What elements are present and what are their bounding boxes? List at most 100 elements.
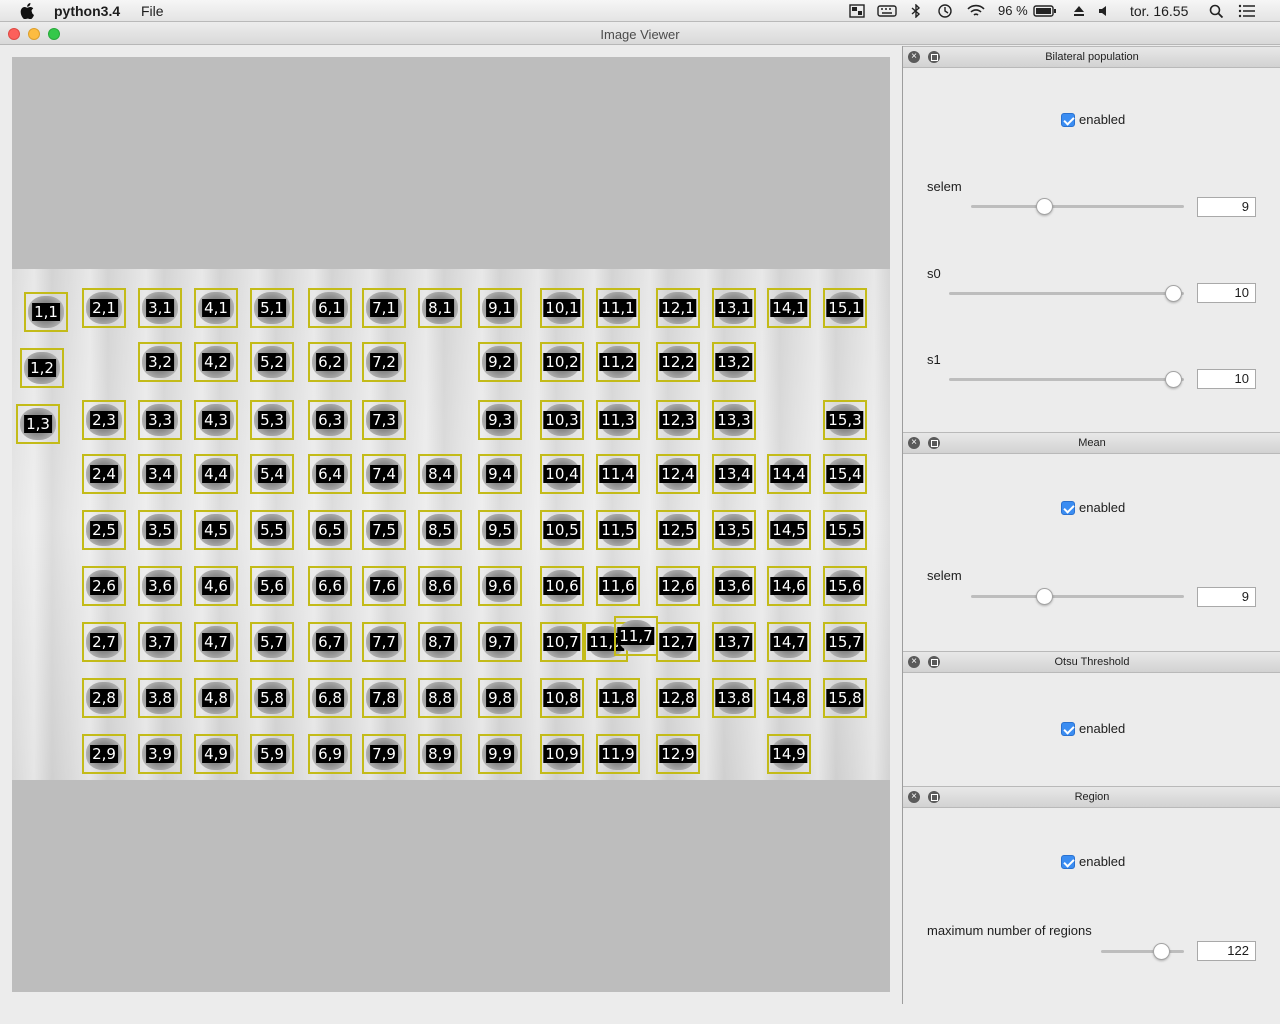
image-canvas[interactable]: 1,1 2,1 3,1 4,1 5,1 6,1 7,1 8,1 9,1 10,1 11,1 12,1 1…: [12, 57, 890, 992]
bilateral-dock-title: × Bilateral population: [903, 46, 1280, 68]
colony-label: 12,7: [659, 633, 697, 651]
region-dock-title: × Region: [903, 786, 1280, 808]
max-regions-slider-handle[interactable]: [1153, 943, 1170, 960]
colony-region: 15,4: [823, 454, 867, 494]
s0-slider-handle[interactable]: [1165, 285, 1182, 302]
colony-label: 11,2: [599, 353, 637, 371]
colony-label: 12,8: [659, 689, 697, 707]
colony-label: 14,4: [770, 465, 808, 483]
bilateral-selem-slider-handle[interactable]: [1036, 198, 1053, 215]
colony-region: 3,6: [138, 566, 182, 606]
colony-region: 6,1: [308, 288, 352, 328]
s0-field[interactable]: 10: [1197, 283, 1256, 303]
colony-region: 8,6: [418, 566, 462, 606]
s1-label: s1: [927, 352, 941, 367]
wifi-icon[interactable]: [967, 4, 985, 18]
colony-region: 3,3: [138, 400, 182, 440]
max-regions-slider[interactable]: [1101, 950, 1184, 953]
notification-center-icon[interactable]: [1238, 4, 1256, 18]
time-machine-icon[interactable]: [937, 4, 953, 18]
bluetooth-icon[interactable]: [910, 4, 922, 18]
file-menu[interactable]: File: [141, 3, 164, 19]
keyboard-icon[interactable]: [877, 4, 897, 18]
window-title-bar: Image Viewer: [0, 23, 1280, 45]
app-menu[interactable]: python3.4: [54, 3, 120, 19]
colony-region: 13,5: [712, 510, 756, 550]
colony-label: 11,1: [599, 299, 637, 317]
bilateral-title: Bilateral population: [1045, 51, 1139, 63]
colony-label: 3,9: [146, 745, 174, 763]
clock[interactable]: tor. 16.55: [1130, 3, 1188, 19]
colony-label: 12,4: [659, 465, 697, 483]
mean-selem-field[interactable]: 9: [1197, 587, 1256, 607]
colony-label: 8,1: [426, 299, 454, 317]
colony-region: 12,4: [656, 454, 700, 494]
bilateral-selem-label: selem: [927, 179, 962, 194]
colony-region: 3,9: [138, 734, 182, 774]
bilateral-selem-slider[interactable]: [971, 205, 1184, 208]
colony-region: 4,9: [194, 734, 238, 774]
colony-region: 10,4: [540, 454, 584, 494]
colony-region: 7,2: [362, 342, 406, 382]
colony-region: 6,7: [308, 622, 352, 662]
mean-selem-slider[interactable]: [971, 595, 1184, 598]
max-regions-field[interactable]: 122: [1197, 941, 1256, 961]
colony-region: 14,9: [767, 734, 811, 774]
colony-label: 13,6: [715, 577, 753, 595]
colony-region: 3,7: [138, 622, 182, 662]
colony-label: 9,7: [486, 633, 514, 651]
otsu-enabled-checkbox[interactable]: [1061, 722, 1075, 736]
colony-label: 9,1: [486, 299, 514, 317]
colony-label: 11,6: [599, 577, 637, 595]
mean-selem-slider-handle[interactable]: [1036, 588, 1053, 605]
colony-region: 14,6: [767, 566, 811, 606]
colony-region: 7,4: [362, 454, 406, 494]
colony-label: 3,3: [146, 411, 174, 429]
colony-region: 13,4: [712, 454, 756, 494]
bilateral-selem-field[interactable]: 9: [1197, 197, 1256, 217]
colony-label: 12,2: [659, 353, 697, 371]
colony-region: 5,2: [250, 342, 294, 382]
mean-enabled-checkbox[interactable]: [1061, 501, 1075, 515]
spotlight-search-icon[interactable]: [1209, 4, 1225, 18]
s1-field[interactable]: 10: [1197, 369, 1256, 389]
region-enabled-checkbox[interactable]: [1061, 855, 1075, 869]
otsu-title: Otsu Threshold: [1054, 656, 1130, 668]
apple-icon[interactable]: [20, 3, 34, 19]
colony-region: 2,4: [82, 454, 126, 494]
colony-region: 14,7: [767, 622, 811, 662]
colony-region: 15,1: [823, 288, 867, 328]
colony-region: 9,7: [478, 622, 522, 662]
colony-region: 8,8: [418, 678, 462, 718]
colony-label: 4,9: [202, 745, 230, 763]
window-manager-icon[interactable]: [849, 4, 865, 18]
colony-label: 12,9: [659, 745, 697, 763]
battery-icon[interactable]: [1033, 4, 1057, 18]
colony-label: 14,9: [770, 745, 808, 763]
colony-region: 2,5: [82, 510, 126, 550]
colony-label: 7,1: [370, 299, 398, 317]
volume-icon[interactable]: [1097, 4, 1113, 18]
colony-label: 9,3: [486, 411, 514, 429]
colony-region: 8,5: [418, 510, 462, 550]
s1-slider-handle[interactable]: [1165, 371, 1182, 388]
colony-label: 3,2: [146, 353, 174, 371]
colony-label: 3,8: [146, 689, 174, 707]
menu-bar: python3.4 File 96 % tor. 16.55: [0, 0, 1280, 22]
colony-region: 3,1: [138, 288, 182, 328]
colony-region: 6,9: [308, 734, 352, 774]
colony-region: 14,4: [767, 454, 811, 494]
colony-region: 11,9: [596, 734, 640, 774]
battery-percent: 96 %: [998, 3, 1028, 18]
colony-label: 3,1: [146, 299, 174, 317]
bilateral-enabled-checkbox[interactable]: [1061, 113, 1075, 127]
colony-label: 5,6: [258, 577, 286, 595]
eject-icon[interactable]: [1071, 4, 1087, 18]
colony-label: 5,2: [258, 353, 286, 371]
colony-label: 6,3: [316, 411, 344, 429]
region-title: Region: [1074, 791, 1110, 803]
colony-region: 13,6: [712, 566, 756, 606]
mean-selem-label: selem: [927, 568, 962, 583]
s0-slider[interactable]: [949, 292, 1184, 295]
s1-slider[interactable]: [949, 378, 1184, 381]
